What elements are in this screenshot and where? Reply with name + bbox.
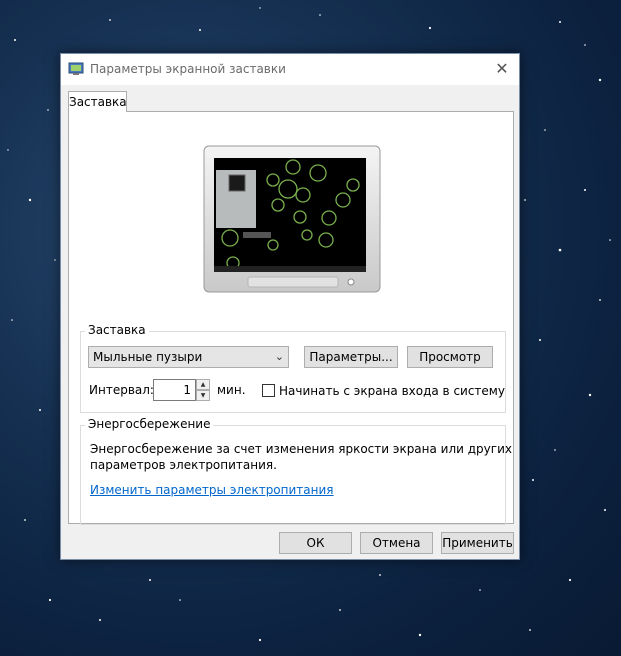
power-settings-link[interactable]: Изменить параметры электропитания — [90, 483, 334, 497]
screensaver-group — [80, 331, 506, 413]
screensaver-group-label: Заставка — [85, 323, 149, 337]
params-button[interactable]: Параметры... — [304, 346, 398, 368]
interval-unit: мин. — [217, 383, 246, 397]
cancel-button[interactable]: Отмена — [360, 532, 433, 554]
apply-button[interactable]: Применить — [441, 532, 514, 554]
spin-up-icon[interactable]: ▲ — [196, 379, 210, 390]
window-title: Параметры экранной заставки — [90, 62, 286, 76]
interval-label: Интервал: — [89, 383, 154, 397]
close-button[interactable]: ✕ — [485, 54, 519, 85]
logon-checkbox[interactable] — [262, 384, 275, 397]
power-group-label: Энергосбережение — [85, 417, 214, 431]
spin-down-icon[interactable]: ▼ — [196, 390, 210, 401]
ok-button[interactable]: ОК — [279, 532, 352, 554]
tab-screensaver[interactable]: Заставка — [68, 91, 127, 112]
interval-input[interactable]: 1 — [153, 379, 196, 401]
screensaver-preview — [203, 145, 381, 293]
title-bar: Параметры экранной заставки ✕ — [61, 54, 519, 85]
display-settings-icon — [68, 62, 84, 75]
logon-checkbox-label[interactable]: Начинать с экрана входа в систему — [279, 384, 505, 398]
power-description-line1: Энергосбережение за счет изменения яркос… — [90, 442, 512, 456]
power-group — [80, 425, 506, 525]
close-icon: ✕ — [495, 59, 509, 78]
screensaver-select[interactable]: Мыльные пузыри ⌄ — [88, 346, 289, 368]
power-description-line2: параметров электропитания. — [90, 458, 277, 472]
screensaver-select-value: Мыльные пузыри — [93, 350, 203, 364]
preview-button[interactable]: Просмотр — [407, 346, 493, 368]
tab-panel: Заставка Мыльные пузыри ⌄ Параметры... П… — [68, 111, 514, 525]
chevron-down-icon: ⌄ — [274, 350, 284, 363]
screensaver-settings-dialog: Параметры экранной заставки ✕ Заставка З… — [60, 53, 520, 560]
